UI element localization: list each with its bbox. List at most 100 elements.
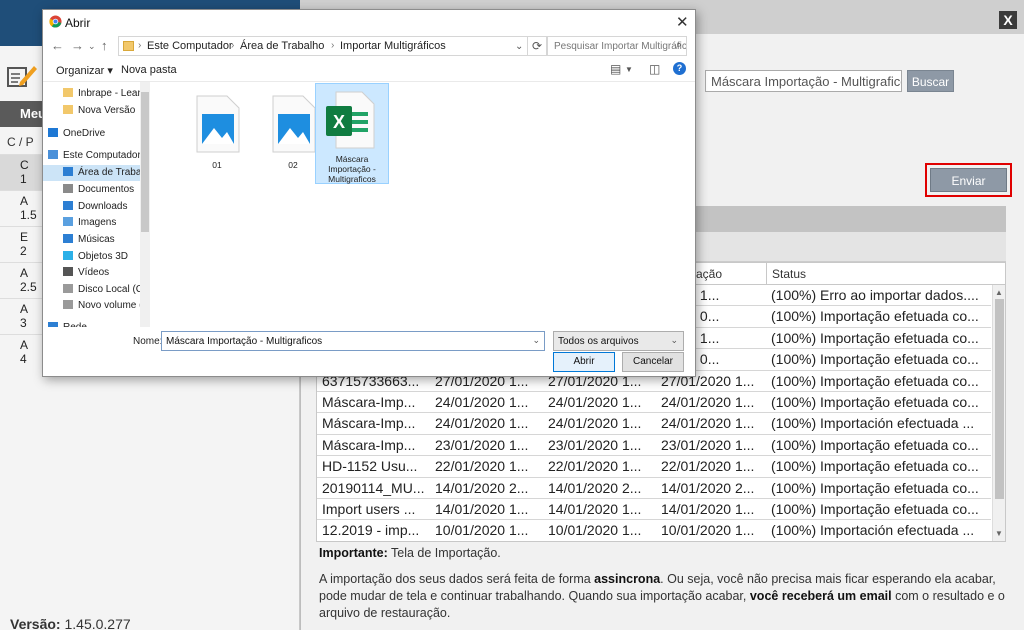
open-file-dialog: Abrir ✕ ← → ⌄ ↑ › Este Computador › Área…: [42, 9, 696, 377]
filename-dropdown-icon[interactable]: ⌄: [532, 335, 540, 346]
crumb-separator-icon: ›: [138, 40, 142, 51]
crumb-separator-icon: ›: [231, 40, 235, 51]
scroll-down-icon[interactable]: ▼: [995, 529, 1003, 538]
open-button[interactable]: Abrir: [553, 352, 615, 372]
left-row-value: 2: [20, 244, 27, 258]
nav-item[interactable]: Imagens: [43, 215, 140, 231]
nav-item[interactable]: Downloads: [43, 199, 140, 215]
nav-item[interactable]: Nova Versão: [43, 103, 140, 119]
drive-icon: [63, 300, 73, 309]
left-row-value: 2.5: [20, 280, 37, 294]
documents-icon: [63, 184, 73, 193]
nav-scrollbar[interactable]: [140, 82, 150, 327]
nav-item-label: Vídeos: [78, 267, 110, 278]
grid-scrollbar[interactable]: ▲ ▼: [992, 285, 1005, 541]
folder-search-input[interactable]: Pesquisar Importar Multigráfico ⌕: [547, 36, 687, 56]
nav-item[interactable]: Objetos 3D: [43, 249, 140, 265]
table-row[interactable]: Import users ... 14/01/2020 1... 14/01/202…: [317, 499, 991, 521]
scroll-thumb[interactable]: [995, 299, 1004, 499]
desc-bold1: assincrona: [594, 572, 661, 586]
table-row[interactable]: Máscara-Imp... 24/01/2020 1... 24/01/2020 …: [317, 413, 991, 435]
nav-item[interactable]: Documentos: [43, 182, 140, 198]
left-row-code: E: [20, 230, 29, 244]
filename-input[interactable]: Máscara Importação - Multigraficos ⌄: [161, 331, 545, 351]
left-table-row[interactable]: A 2.5: [0, 262, 44, 298]
left-table: C 1 A 1.5 E 2 A 2.5 A 3 A 4: [0, 154, 44, 370]
new-folder-button[interactable]: Nova pasta: [121, 64, 177, 76]
dialog-close-icon[interactable]: ✕: [676, 13, 689, 31]
table-cell: (100%) Importación efectuada ...: [771, 415, 975, 432]
cancel-button[interactable]: Cancelar: [622, 352, 684, 372]
left-table-row[interactable]: A4: [0, 334, 44, 370]
enviar-button[interactable]: Enviar: [930, 168, 1007, 192]
recent-chevron-icon[interactable]: ⌄: [88, 41, 96, 52]
left-table-row[interactable]: C1: [0, 154, 44, 190]
nav-item[interactable]: Rede: [43, 320, 140, 327]
table-cell: (100%) Importação efetuada co...: [771, 351, 979, 368]
chrome-icon: [49, 15, 62, 28]
nav-item-label: Este Computador: [63, 150, 140, 161]
search-placeholder: Pesquisar Importar Multigráfico: [554, 41, 687, 52]
table-cell: 10/01/2020 1...: [435, 522, 529, 539]
menu-tab[interactable]: Meu: [0, 101, 46, 127]
scroll-up-icon[interactable]: ▲: [995, 288, 1003, 297]
nav-item[interactable]: Novo volume (D:): [43, 298, 140, 314]
nav-item[interactable]: Inbrape - Leandro: [43, 86, 140, 102]
nav-item[interactable]: Disco Local (C:): [43, 282, 140, 298]
breadcrumb-folder[interactable]: Importar Multigráficos: [340, 40, 446, 52]
table-cell: 24/01/2020 1...: [548, 415, 642, 432]
nav-item[interactable]: OneDrive: [43, 126, 140, 142]
table-cell: 14/01/2020 1...: [548, 500, 642, 517]
table-cell: (100%) Erro ao importar dados....: [771, 287, 979, 303]
excel-file-icon: X: [326, 91, 375, 149]
table-cell: (100%) Importação efetuada co...: [771, 436, 979, 453]
table-cell: Máscara-Imp...: [322, 393, 416, 410]
nav-item[interactable]: Vídeos: [43, 265, 140, 281]
address-dropdown-icon[interactable]: ⌄: [515, 41, 523, 52]
file-type-select[interactable]: Todos os arquivos ⌄: [553, 331, 684, 351]
left-row-code: A: [20, 194, 29, 208]
breadcrumb-desktop[interactable]: Área de Trabalho: [240, 40, 324, 52]
nav-item[interactable]: Músicas: [43, 232, 140, 248]
table-row[interactable]: HD-1152 Usu... 22/01/2020 1... 22/01/2020 …: [317, 456, 991, 478]
view-options-icon[interactable]: ▤: [610, 62, 621, 76]
up-arrow-icon[interactable]: ↑: [101, 38, 108, 53]
table-cell: Máscara-Imp...: [322, 415, 416, 432]
refresh-icon[interactable]: ⟳: [527, 36, 547, 56]
table-row[interactable]: Máscara-Imp... 23/01/2020 1... 23/01/2020 …: [317, 435, 991, 457]
forward-arrow-icon[interactable]: →: [71, 38, 84, 53]
videos-icon: [63, 267, 73, 276]
left-table-row[interactable]: A 1.5: [0, 190, 44, 226]
nav-item[interactable]: Este Computador: [43, 148, 140, 164]
table-cell: 24/01/2020 1...: [435, 415, 529, 432]
left-table-row[interactable]: A3: [0, 298, 44, 334]
file-item[interactable]: 01: [181, 90, 255, 190]
file-item-selected[interactable]: X Máscara Importação - Multigraficos: [315, 83, 389, 184]
table-row[interactable]: Máscara-Imp... 24/01/2020 1... 24/01/2020 …: [317, 392, 991, 414]
grid-column-header[interactable]: Status: [766, 263, 991, 285]
organize-button[interactable]: Organizar ▾: [56, 64, 113, 77]
nav-item-label: Documentos: [78, 184, 135, 195]
breadcrumb-computer[interactable]: Este Computador: [147, 40, 233, 52]
help-icon[interactable]: ?: [673, 62, 686, 75]
left-row-value: 3: [20, 316, 27, 330]
left-row-value: 4: [20, 352, 27, 366]
nav-item-label: Inbrape - Leandro: [78, 88, 140, 99]
onedrive-icon: [48, 128, 58, 137]
table-row[interactable]: 20190114_MU... 14/01/2020 2... 14/01/2020 …: [317, 478, 991, 499]
dialog-title: Abrir: [65, 16, 91, 30]
back-arrow-icon[interactable]: ←: [51, 38, 64, 53]
nav-item-label: Disco Local (C:): [78, 284, 140, 295]
file-path-input[interactable]: Máscara Importação - Multigrafico: [705, 70, 902, 92]
view-dropdown-icon[interactable]: ▼: [625, 65, 633, 74]
buscar-button[interactable]: Buscar: [907, 70, 954, 92]
close-icon[interactable]: X: [999, 11, 1017, 29]
preview-pane-icon[interactable]: ◫: [649, 62, 660, 76]
nav-item[interactable]: Área de Trabalho: [43, 165, 140, 181]
nav-scroll-thumb[interactable]: [141, 92, 149, 232]
folder-icon: [123, 41, 134, 51]
left-table-row[interactable]: E2: [0, 226, 44, 262]
table-row[interactable]: 12.2019 - imp... 10/01/2020 1... 10/01/202…: [317, 520, 991, 541]
table-cell: 12.2019 - imp...: [322, 522, 420, 539]
address-bar[interactable]: › Este Computador › Área de Trabalho › I…: [118, 36, 580, 56]
